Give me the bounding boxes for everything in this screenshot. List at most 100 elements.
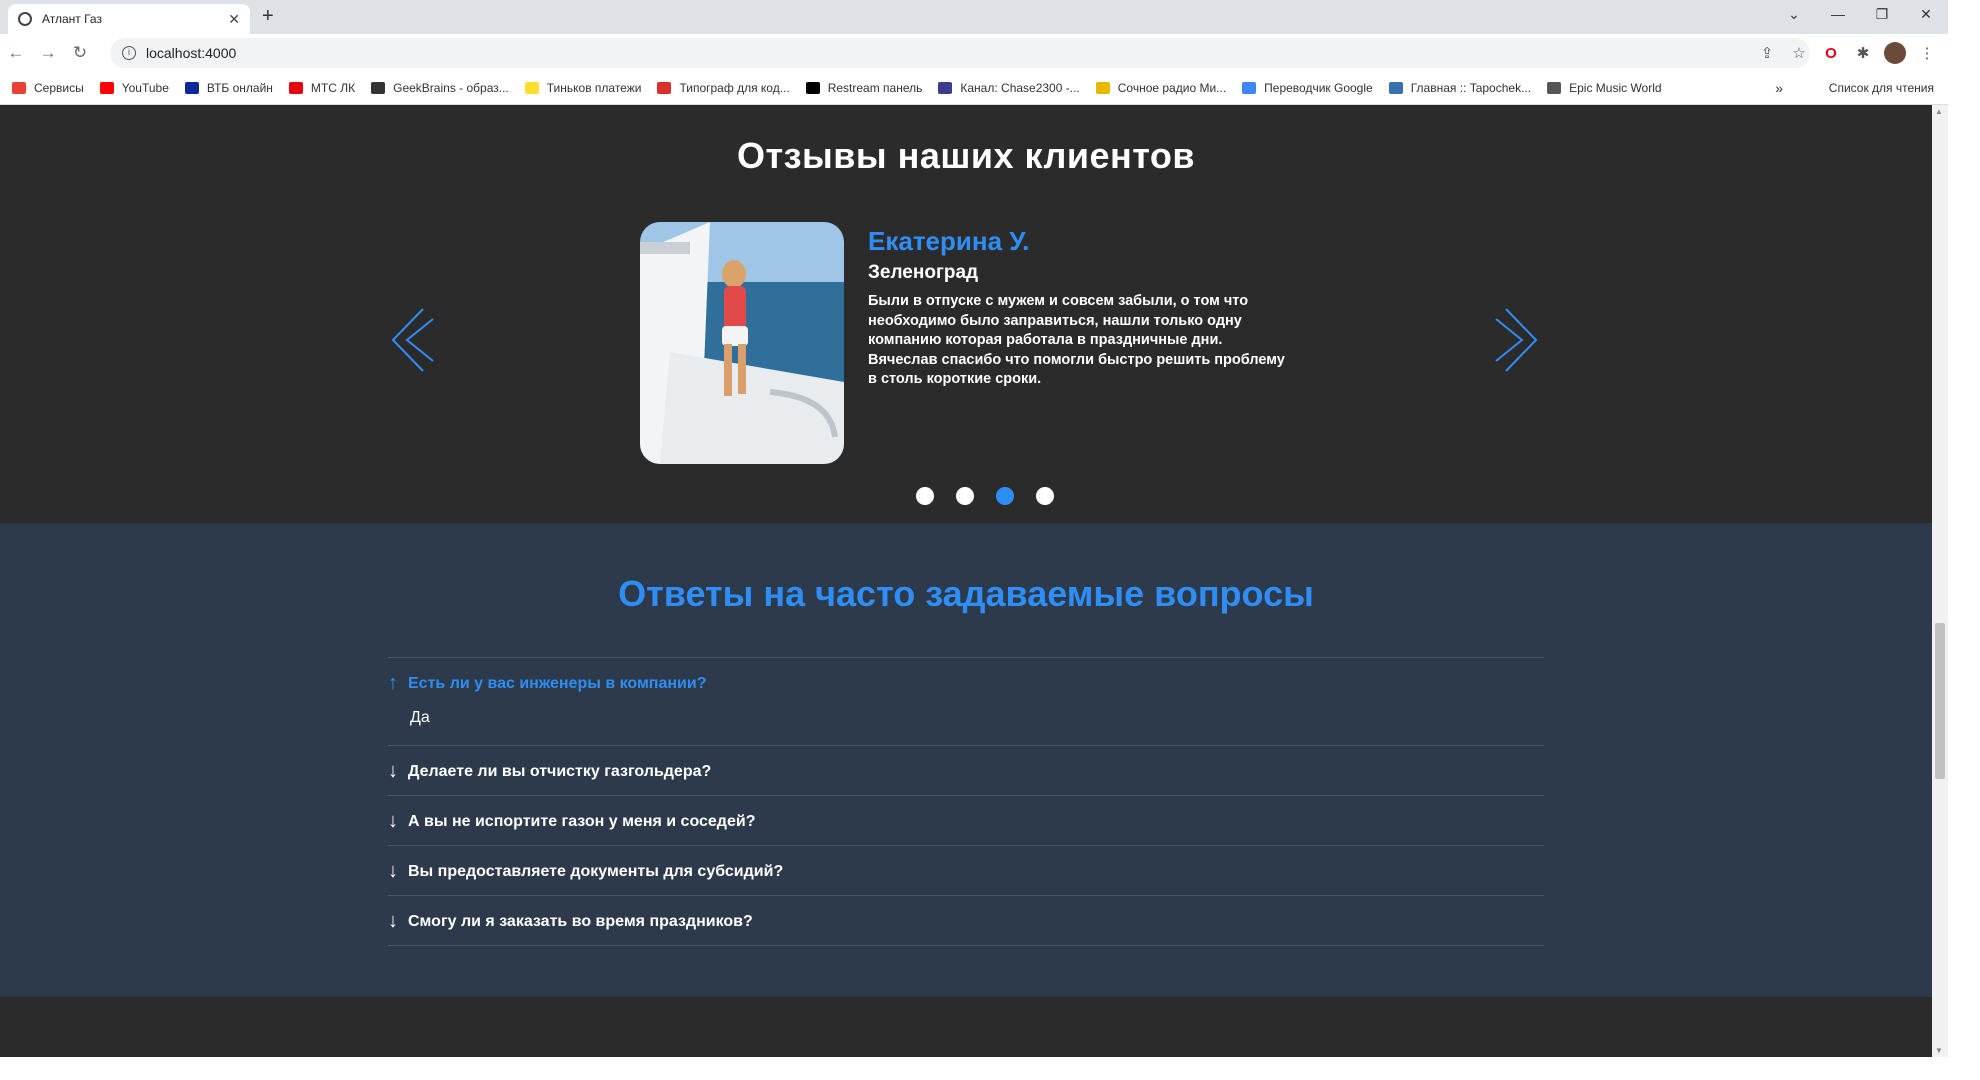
bookmark-star-icon[interactable]: ☆ [1788, 44, 1810, 62]
bookmark-item[interactable]: Restream панель [805, 81, 922, 95]
forward-icon[interactable]: → [32, 43, 64, 63]
address-row: ← → ↻ i localhost:4000 ⇪ ☆ O ✱ ⋮ [0, 34, 1948, 72]
slider-dot[interactable] [996, 487, 1014, 505]
reading-list-button[interactable]: Список для чтения [1829, 81, 1934, 95]
restore-button[interactable]: ❐ [1860, 0, 1904, 30]
bookmarks-overflow-button[interactable]: » [1775, 80, 1783, 96]
new-tab-button[interactable]: + [262, 5, 274, 28]
bookmark-item[interactable]: Главная :: Tapochek... [1388, 81, 1532, 95]
window-controls: ⌄ — ❐ ✕ [1772, 0, 1948, 30]
review-text: Были в отпуске с мужем и совсем забыли, … [868, 293, 1285, 387]
faq-question-text: А вы не испортите газон у меня и соседей… [408, 812, 756, 830]
bookmark-favicon-icon [1242, 82, 1257, 94]
bookmark-item[interactable]: Тиньков платежи [524, 81, 641, 95]
opera-extension-icon[interactable]: O [1820, 45, 1842, 62]
bookmark-label: Типограф для код... [679, 81, 790, 95]
address-bar[interactable]: i localhost:4000 [110, 38, 1810, 68]
next-slide-arrow-icon[interactable] [1492, 305, 1542, 375]
bookmark-item[interactable]: Типограф для код... [657, 81, 790, 95]
bookmark-item[interactable]: Канал: Chase2300 -... [938, 81, 1080, 95]
bookmark-label: Epic Music World [1569, 81, 1662, 95]
bookmark-item[interactable]: МТС ЛК [288, 81, 355, 95]
faq-item: ↑ Есть ли у вас инженеры в компании? Да [388, 657, 1544, 745]
bookmark-item[interactable]: Переводчик Google [1242, 81, 1373, 95]
page-viewport: Отзывы наших клиентов Екатерина У. Зелен… [0, 105, 1932, 1057]
footer-section [0, 997, 1932, 1057]
bookmark-favicon-icon [99, 82, 114, 94]
favicon-icon [18, 12, 32, 26]
browser-tab[interactable]: Атлант Газ ✕ [8, 4, 250, 34]
reviewer-photo-image [640, 222, 844, 464]
bookmark-favicon-icon [657, 82, 672, 94]
bookmark-label: YouTube [121, 81, 169, 95]
reviews-section: Отзывы наших клиентов Екатерина У. Зелен… [0, 105, 1932, 523]
faq-list: ↑ Есть ли у вас инженеры в компании? Да ↓ Де… [388, 657, 1544, 946]
faq-question[interactable]: ↓ А вы не испортите газон у меня и соседе… [388, 810, 1544, 833]
reviews-title: Отзывы наших клиентов [736, 135, 1196, 176]
bookmark-label: Переводчик Google [1264, 81, 1373, 95]
scroll-up-icon[interactable]: ▲ [1935, 107, 1943, 116]
bookmark-favicon-icon [184, 82, 199, 94]
back-icon[interactable]: ← [0, 43, 32, 63]
faq-section: Ответы на часто задаваемые вопросы ↑ Есть… [0, 523, 1932, 997]
tab-strip: Атлант Газ ✕ + ⌄ — ❐ ✕ [0, 0, 1948, 34]
bookmark-label: Канал: Chase2300 -... [960, 81, 1080, 95]
faq-title: Ответы на часто задаваемые вопросы [618, 573, 1314, 614]
bookmark-item[interactable]: ВТБ онлайн [184, 81, 273, 95]
bookmark-favicon-icon [1095, 82, 1110, 94]
minimize-button[interactable]: — [1816, 0, 1860, 30]
bookmark-favicon-icon [524, 82, 539, 94]
browser-chrome: Атлант Газ ✕ + ⌄ — ❐ ✕ ← → ↻ i localhost… [0, 0, 1948, 105]
reload-icon[interactable]: ↻ [64, 43, 96, 63]
reviewer-name: Екатерина У. [868, 226, 1030, 256]
bookmark-favicon-icon [938, 82, 953, 94]
arrow-down-icon: ↓ [388, 910, 398, 932]
faq-question-text: Есть ли у вас инженеры в компании? [408, 674, 707, 692]
bookmark-item[interactable]: Сервисы [12, 81, 84, 95]
faq-question[interactable]: ↓ Делаете ли вы отчистку газгольдера? [388, 760, 1544, 783]
share-icon[interactable]: ⇪ [1756, 44, 1778, 62]
faq-question-text: Смогу ли я заказать во время праздников? [408, 912, 753, 930]
arrow-down-icon: ↓ [388, 760, 398, 782]
faq-item: ↓ Смогу ли я заказать во время праздников… [388, 895, 1544, 946]
slider-dot[interactable] [956, 487, 974, 505]
scrollbar-thumb[interactable] [1935, 623, 1945, 779]
bookmark-item[interactable]: Сочное радио Ми... [1095, 81, 1226, 95]
arrow-down-icon: ↓ [388, 810, 398, 832]
site-info-icon[interactable]: i [122, 46, 136, 60]
page-scrollbar[interactable]: ▲ ▼ [1932, 105, 1948, 1057]
arrow-up-icon: ↑ [388, 672, 398, 694]
bookmark-item[interactable]: YouTube [99, 81, 169, 95]
faq-question[interactable]: ↓ Вы предоставляете документы для субсиди… [388, 860, 1544, 883]
scroll-down-icon[interactable]: ▼ [1935, 1046, 1943, 1055]
bookmark-favicon-icon [371, 82, 386, 94]
arrow-down-icon: ↓ [388, 860, 398, 882]
reviewer-city: Зеленоград [868, 262, 979, 283]
close-window-button[interactable]: ✕ [1904, 0, 1948, 30]
faq-question-text: Делаете ли вы отчистку газгольдера? [408, 762, 712, 780]
bookmark-item[interactable]: GeekBrains - образ... [371, 81, 509, 95]
slider-dots [916, 487, 1054, 505]
bookmark-item[interactable]: Epic Music World [1547, 81, 1662, 95]
menu-kebab-icon[interactable]: ⋮ [1916, 44, 1938, 62]
bookmark-label: ВТБ онлайн [206, 81, 273, 95]
toolbar-icons: ⇪ ☆ O ✱ ⋮ [1756, 42, 1938, 64]
bookmark-label: GeekBrains - образ... [393, 81, 509, 95]
prev-slide-arrow-icon[interactable] [387, 305, 437, 375]
extensions-puzzle-icon[interactable]: ✱ [1852, 44, 1874, 62]
bookmark-favicon-icon [12, 82, 26, 94]
faq-item: ↓ Делаете ли вы отчистку газгольдера? [388, 745, 1544, 795]
bookmark-label: Главная :: Tapochek... [1410, 81, 1532, 95]
profile-avatar[interactable] [1884, 42, 1906, 64]
slider-dot[interactable] [916, 487, 934, 505]
bookmark-favicon-icon [1388, 82, 1403, 94]
bookmark-favicon-icon [288, 82, 303, 94]
tab-title: Атлант Газ [42, 12, 102, 26]
faq-answer: Да [410, 709, 430, 726]
close-tab-icon[interactable]: ✕ [228, 11, 240, 28]
tab-search-button[interactable]: ⌄ [1772, 0, 1816, 30]
faq-question[interactable]: ↑ Есть ли у вас инженеры в компании? [388, 672, 1544, 695]
faq-question[interactable]: ↓ Смогу ли я заказать во время праздников… [388, 910, 1544, 933]
slider-dot[interactable] [1036, 487, 1054, 505]
bookmark-favicon-icon [1547, 82, 1562, 94]
